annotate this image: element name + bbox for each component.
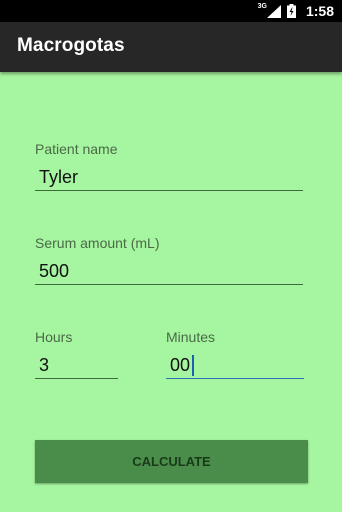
serum-amount-label: Serum amount (mL): [35, 235, 160, 251]
minutes-input[interactable]: [166, 353, 304, 379]
status-icons: 3G 1:58: [258, 0, 334, 22]
minutes-label: Minutes: [166, 329, 216, 345]
app-title: Macrogotas: [17, 35, 125, 56]
action-bar: Macrogotas: [0, 22, 342, 72]
calculate-button[interactable]: CALCULATE: [35, 440, 308, 483]
status-bar: 3G 1:58: [0, 0, 342, 22]
serum-amount-input[interactable]: [35, 259, 303, 285]
patient-name-label: Patient name: [35, 141, 118, 157]
battery-icon: [286, 4, 296, 18]
patient-name-input[interactable]: [35, 165, 303, 191]
signal-icon: [266, 4, 281, 18]
text-cursor: [192, 355, 194, 376]
clock: 1:58: [305, 3, 334, 19]
hours-label: Hours: [35, 329, 73, 345]
network-type: 3G: [257, 2, 267, 10]
hours-input[interactable]: [35, 353, 118, 379]
